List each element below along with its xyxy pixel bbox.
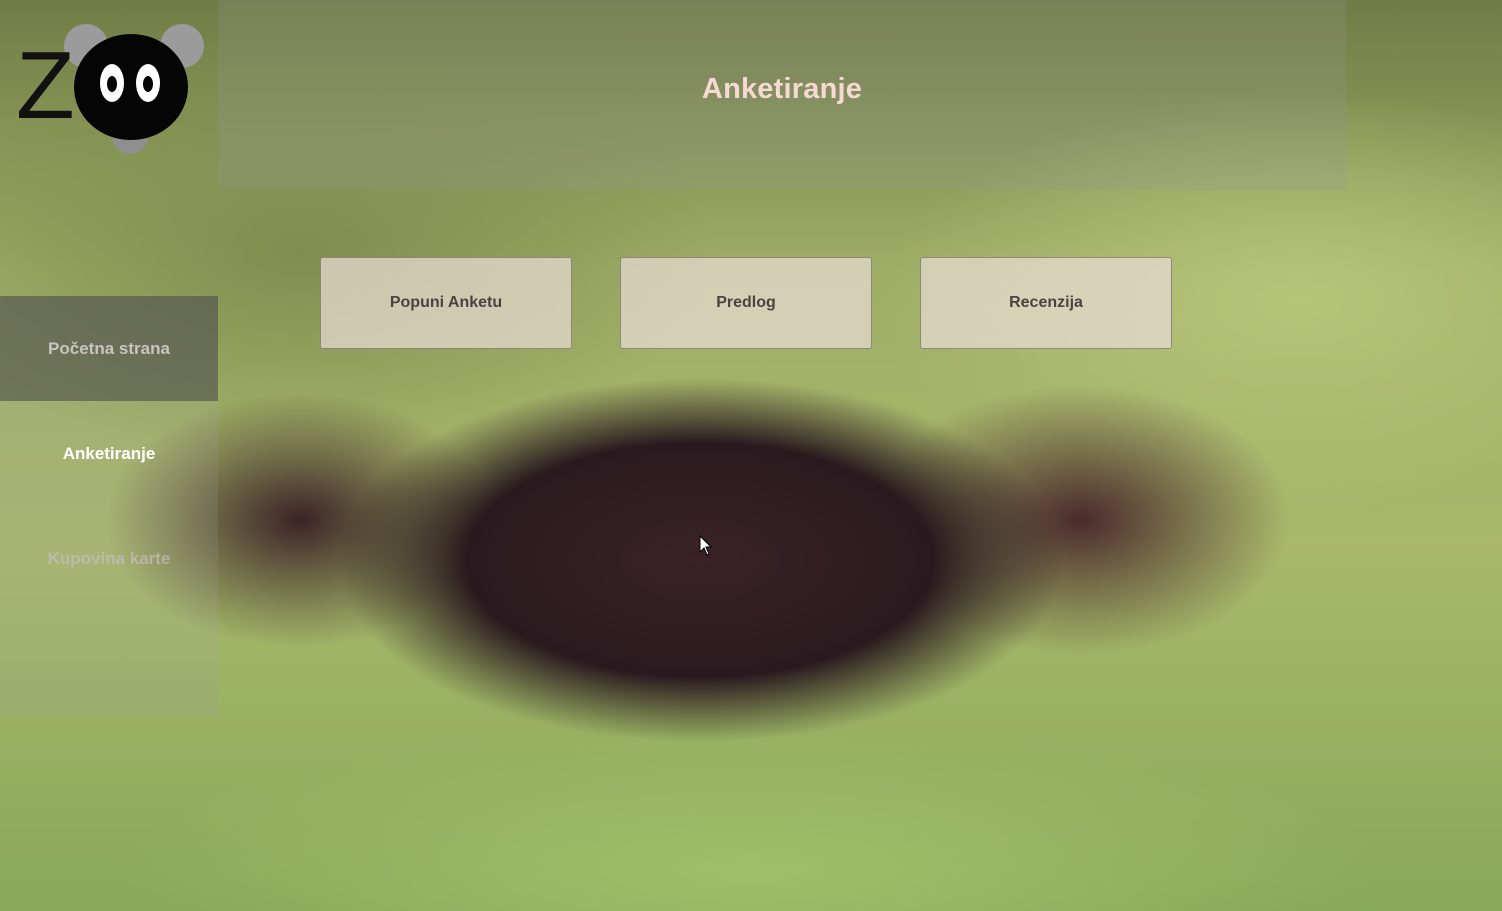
sidebar-item-kupovina-karte[interactable]: Kupovina karte xyxy=(0,506,218,611)
page-title: Anketiranje xyxy=(701,72,863,105)
logo-face xyxy=(74,34,188,140)
sidebar-item-anketiranje[interactable]: Anketiranje xyxy=(0,401,218,506)
sidebar-item-pocetna-strana[interactable]: Početna strana xyxy=(0,296,218,401)
zoo-logo[interactable]: Z xyxy=(12,20,212,160)
recenzija-button[interactable]: Recenzija xyxy=(920,257,1172,349)
page-header: Anketiranje xyxy=(218,0,1346,190)
sidebar-nav: Početna strana Anketiranje Kupovina kart… xyxy=(0,296,218,716)
popuni-anketu-button[interactable]: Popuni Anketu xyxy=(320,257,572,349)
logo-letter: Z xyxy=(16,32,75,139)
logo-right-eye xyxy=(136,64,160,102)
mouse-cursor-icon xyxy=(699,535,713,556)
predlog-button[interactable]: Predlog xyxy=(620,257,872,349)
logo-left-eye xyxy=(100,64,124,102)
